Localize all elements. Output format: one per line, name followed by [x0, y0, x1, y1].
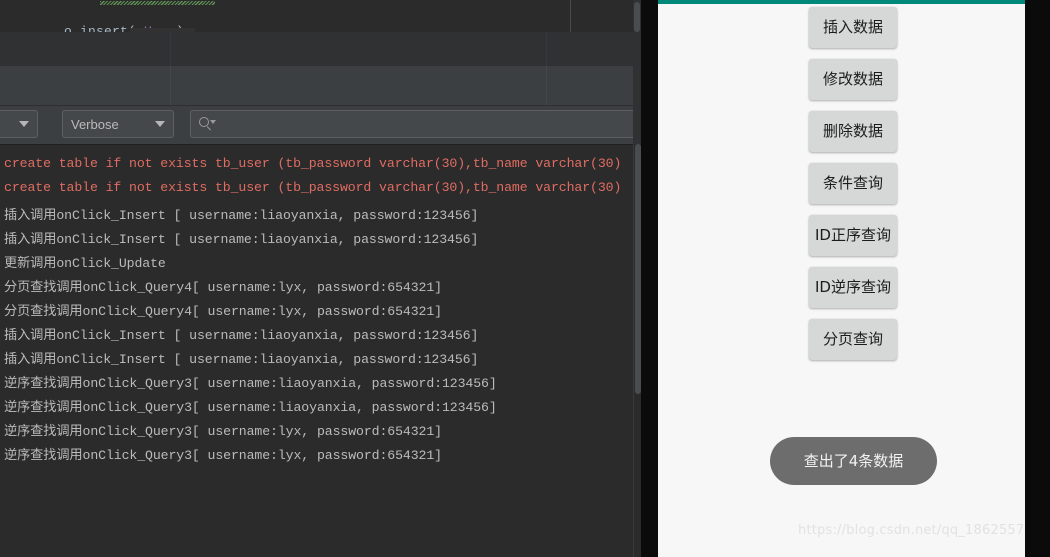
logcat-line: 分页查找调用onClick_Query4[ username:lyx, pass…	[4, 304, 442, 319]
logcat-line: 逆序查找调用onClick_Query3[ username:lyx, pass…	[4, 424, 442, 439]
csdn-watermark: https://blog.csdn.net/qq_18625571	[798, 523, 1025, 538]
emulator-left-bezel	[641, 0, 658, 557]
logcat-line: 分页查找调用onClick_Query4[ username:lyx, pass…	[4, 280, 442, 295]
chevron-down-icon	[19, 121, 29, 127]
screenshot-root: o.insert(mUser); Verbose	[0, 0, 1050, 557]
header-divider-2	[546, 32, 547, 66]
chevron-down-icon	[155, 121, 165, 127]
logcat-search-input[interactable]	[190, 110, 637, 138]
log-level-dropdown[interactable]: Verbose	[62, 110, 174, 138]
id-desc-query-button[interactable]: ID逆序查询	[809, 267, 897, 308]
logcat-scrollbar[interactable]	[633, 144, 641, 557]
header-divider-1	[170, 32, 171, 66]
logcat-toolbar-band	[0, 66, 641, 106]
id-asc-query-button[interactable]: ID正序查询	[809, 215, 897, 256]
code-token-call: o.insert	[64, 24, 129, 32]
ide-window: o.insert(mUser); Verbose	[0, 0, 641, 557]
logcat-output[interactable]: create table if not exists tb_user (tb_p…	[0, 144, 633, 557]
conditional-query-button[interactable]: 条件查询	[809, 163, 897, 204]
logcat-line: 更新调用onClick_Update	[4, 256, 166, 271]
logcat-line: 逆序查找调用onClick_Query3[ username:liaoyanxi…	[4, 400, 497, 415]
tool-window-header-band	[0, 32, 641, 67]
log-level-dropdown-label: Verbose	[71, 116, 119, 132]
warning-squiggle-underline	[100, 1, 215, 5]
app-status-bar	[658, 0, 1025, 4]
emulator-right-bezel	[1025, 0, 1050, 557]
android-emulator-screen: 插入数据修改数据删除数据条件查询 ID正序查询 ID逆序查询 分页查询 查出了4条数据…	[658, 0, 1025, 557]
toolbar-divider-2	[546, 66, 547, 105]
logcat-line: 插入调用onClick_Insert [ username:liaoyanxia…	[4, 328, 479, 343]
device-process-dropdown[interactable]	[0, 110, 38, 138]
paged-query-button[interactable]: 分页查询	[809, 319, 897, 360]
insert-data-button[interactable]: 插入数据	[809, 7, 897, 48]
logcat-line: create table if not exists tb_user (tb_p…	[4, 180, 622, 195]
code-editor[interactable]: o.insert(mUser);	[0, 0, 641, 32]
toolbar-divider-1	[170, 66, 171, 105]
logcat-line: 逆序查找调用onClick_Query3[ username:liaoyanxi…	[4, 376, 497, 391]
logcat-line: 插入调用onClick_Insert [ username:liaoyanxia…	[4, 208, 479, 223]
watermark-text: https://blog.csdn.net/qq_18625571	[798, 523, 1025, 538]
update-data-button[interactable]: 修改数据	[809, 59, 897, 100]
editor-right-margin-rule	[570, 0, 571, 32]
logcat-line: 逆序查找调用onClick_Query3[ username:lyx, pass…	[4, 448, 442, 463]
editor-scrollbar[interactable]	[633, 0, 641, 144]
delete-data-button[interactable]: 删除数据	[809, 111, 897, 152]
logcat-controls-row: Verbose	[0, 106, 641, 144]
logcat-line: create table if not exists tb_user (tb_p…	[4, 156, 622, 171]
editor-scrollbar-thumb[interactable]	[634, 2, 640, 32]
search-icon	[199, 117, 216, 131]
logcat-line: 插入调用onClick_Insert [ username:liaoyanxia…	[4, 232, 479, 247]
toast-message: 查出了4条数据	[770, 437, 937, 485]
logcat-line: 插入调用onClick_Insert [ username:liaoyanxia…	[4, 352, 479, 367]
toast-text: 查出了4条数据	[803, 452, 904, 470]
